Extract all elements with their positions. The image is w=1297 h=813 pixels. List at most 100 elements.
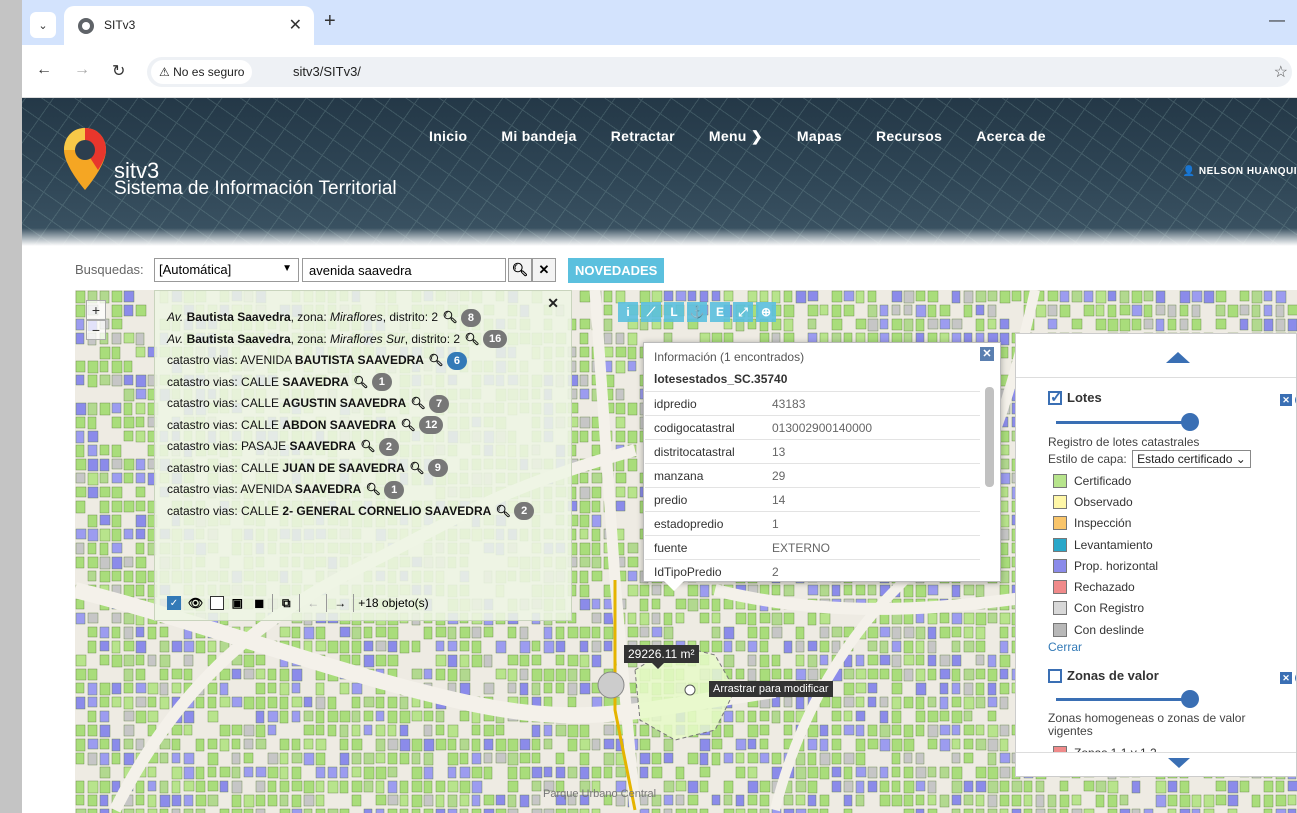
layer-lotes-opacity-slider[interactable] [1056,413,1199,431]
anchor-tool-icon[interactable]: ⚓ [687,302,707,322]
layer-style-select[interactable]: Estado certificado ⌄ [1132,450,1251,468]
result-item[interactable]: catastro vias: AVENIDA BAUTISTA SAAVEDRA… [167,350,547,372]
novedades-button[interactable]: NOVEDADES [568,258,665,283]
close-info-icon[interactable]: ✕ [980,347,994,361]
user-menu[interactable]: 👤 NELSON HUANQUI [1183,166,1297,177]
minimize-window-button[interactable]: — [1269,12,1285,30]
scrollbar-thumb[interactable] [985,387,994,487]
result-item[interactable]: catastro vias: AVENIDA SAAVEDRA 🔍︎ 1 [167,479,547,501]
remove-layer-icon[interactable]: ✕ [1280,394,1292,406]
next-page-icon[interactable]: → [331,594,349,612]
result-item[interactable]: catastro vias: CALLE AGUSTIN SAAVEDRA 🔍︎… [167,393,547,415]
search-icon[interactable]: 🔍︎ [492,504,511,518]
zoom-in-button[interactable]: + [86,300,106,320]
clear-search-button[interactable]: ✕ [532,258,556,282]
measure-line-tool-icon[interactable]: ⟋ [641,302,661,322]
search-mode-select[interactable]: [Automática] ▼ [154,258,299,282]
result-count-badge[interactable]: 1 [371,373,392,392]
result-match: SAAVEDRA [282,374,349,389]
search-icon[interactable]: 🔍︎ [406,461,424,475]
result-item[interactable]: catastro vias: CALLE SAAVEDRA 🔍︎ 1 [167,372,547,394]
menu-acerca-de[interactable]: Acerca de [976,128,1046,145]
browser-tab[interactable]: SITv3 ✕ [64,6,314,45]
info-tool-icon[interactable]: i [618,302,638,322]
search-button[interactable]: 🔍︎ [508,258,532,282]
result-item[interactable]: catastro vias: PASAJE SAAVEDRA 🔍︎ 2 [167,436,547,458]
close-tab-icon[interactable]: ✕ [289,15,302,35]
result-match: 2- GENERAL CORNELIO SAAVEDRA [282,503,492,518]
expand-down-icon[interactable] [1168,758,1190,768]
chevron-down-icon: ▼ [282,263,292,274]
menu-recursos[interactable]: Recursos [876,128,942,145]
image-icon[interactable]: ▣ [228,594,246,612]
menu-retractar[interactable]: Retractar [611,128,675,145]
result-item[interactable]: catastro vias: CALLE 2- GENERAL CORNELIO… [167,501,547,523]
layer-lotes-checkbox[interactable] [1048,388,1063,406]
search-icon[interactable]: 🔍︎ [425,353,443,367]
legend-label: Prop. horizontal [1074,558,1159,573]
edit-tool-icon[interactable]: E [710,302,730,322]
new-tab-button[interactable]: + [324,10,336,33]
zoom-out-button[interactable]: − [86,320,106,340]
result-item[interactable]: catastro vias: CALLE JUAN DE SAAVEDRA 🔍︎… [167,458,547,480]
remove-layer-icon[interactable]: ✕ [1280,672,1292,684]
result-count-badge[interactable]: 16 [482,330,508,349]
result-count-badge[interactable]: 2 [514,502,535,521]
result-count-badge[interactable]: 1 [384,480,405,499]
omnibox[interactable]: ⚠ No es seguro sitv3/SITv3/ ☆ [147,57,1292,87]
layer-zonas-checkbox[interactable] [1048,668,1062,683]
info-key: idpredio [645,391,763,416]
search-icon[interactable]: 🔍︎ [397,418,416,432]
tab-search-button[interactable]: ⌄ [30,12,56,38]
info-value: 14 [763,487,980,512]
expand-tool-icon[interactable]: ⤢ [733,302,753,322]
reload-icon[interactable]: ↻ [112,61,125,81]
forward-arrow-icon[interactable]: → [74,61,90,79]
search-icon[interactable]: 🔍︎ [357,439,375,453]
select-all-checkbox[interactable]: ✓ [167,596,181,610]
info-key: distritocatastral [645,439,763,464]
menu-menu[interactable]: Menu ❯ [709,128,763,145]
result-count-badge[interactable]: 2 [378,437,399,456]
bookmark-star-icon[interactable]: ☆ [1274,62,1288,82]
result-count-badge[interactable]: 9 [427,459,448,478]
result-match: BAUTISTA SAAVEDRA [294,353,424,367]
result-count-badge[interactable]: 6 [446,351,467,370]
menu-mi-bandeja[interactable]: Mi bandeja [501,128,576,145]
search-icon[interactable]: 🔍︎ [407,396,426,410]
slider-knob[interactable] [1181,690,1199,708]
result-item[interactable]: Av. Bautista Saavedra, zona: Miraflores,… [167,307,547,329]
close-results-icon[interactable]: ✕ [547,295,559,312]
search-icon[interactable]: 🔍︎ [439,310,457,324]
result-item[interactable]: catastro vias: CALLE ABDON SAAVEDRA 🔍︎ 1… [167,415,547,437]
locate-tool-icon[interactable]: ⊕ [756,302,776,322]
slider-knob[interactable] [1181,413,1199,431]
option-checkbox[interactable] [210,596,225,610]
result-zone: Miraflores Sur [330,331,405,346]
result-count-badge[interactable]: 7 [429,394,450,413]
legend-close-link[interactable]: Cerrar [1048,640,1082,654]
search-icon[interactable]: 🔍︎ [362,482,381,496]
binoculars-icon[interactable]: 👁 [185,594,206,612]
layers-icon[interactable]: ◼ [250,594,268,612]
info-layer-name: lotesestados_SC.35740 [654,372,788,386]
back-arrow-icon[interactable]: ← [36,61,52,79]
measure-area-tool-icon[interactable]: L [664,302,684,322]
security-chip[interactable]: ⚠ No es seguro [151,60,253,84]
result-item[interactable]: Av. Bautista Saavedra, zona: Miraflores … [167,329,547,351]
area-measure-label: 29226.11 m² [624,645,699,669]
menu-mapas[interactable]: Mapas [797,128,842,145]
prev-page-icon[interactable]: ← [304,594,322,612]
result-match: ABDON SAAVEDRA [282,417,397,432]
result-count-badge[interactable]: 12 [419,416,444,435]
copy-icon[interactable]: ⧉ [277,594,295,612]
layer-zonas-opacity-slider[interactable] [1056,690,1199,708]
info-scrollbar[interactable] [985,373,994,571]
menu-inicio[interactable]: Inicio [429,128,467,145]
collapse-up-icon[interactable] [1166,352,1190,363]
search-icon[interactable]: 🔍︎ [350,375,368,389]
url-text[interactable]: sitv3/SITv3/ [293,64,361,79]
search-input[interactable] [302,258,506,282]
search-icon[interactable]: 🔍︎ [461,332,479,346]
result-count-badge[interactable]: 8 [460,308,481,327]
